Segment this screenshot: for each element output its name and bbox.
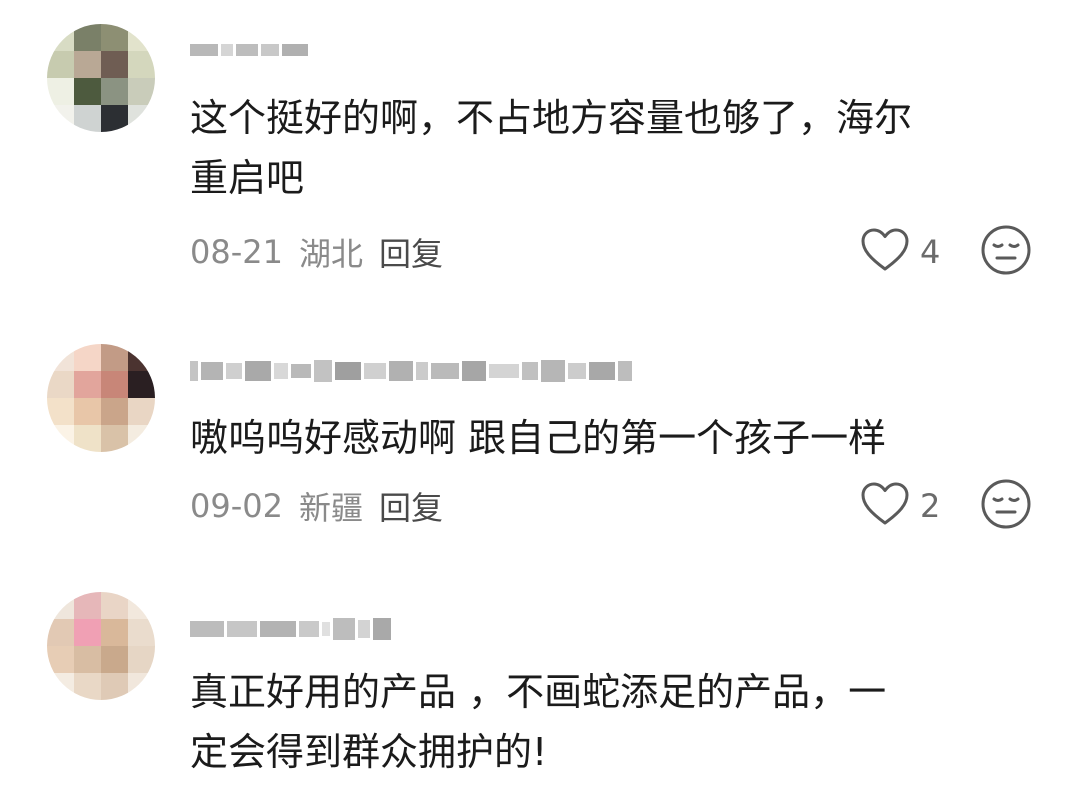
comment-text: 嗷呜呜好感动啊 跟自己的第一个孩子一样 <box>190 416 887 460</box>
dislike-button[interactable] <box>980 478 1032 534</box>
like-count: 2 <box>920 487 941 525</box>
meh-face-icon <box>980 479 1032 534</box>
dislike-button[interactable] <box>980 224 1032 280</box>
avatar[interactable] <box>47 592 155 700</box>
reply-button[interactable]: 回复 <box>379 483 443 529</box>
comment-actions: 2 <box>860 478 1032 534</box>
like-button[interactable]: 2 <box>860 481 944 531</box>
comment-text: 这个挺好的啊，不占地方容量也够了，海尔 重启吧 <box>190 96 913 200</box>
like-button[interactable]: 4 <box>860 227 944 277</box>
username-redacted[interactable] <box>190 618 391 640</box>
comment-date: 09-02 <box>190 487 283 525</box>
comment-text: 真正好用的产品 ，不画蛇添足的产品，一 定会得到群众拥护的! <box>190 670 887 774</box>
comment-date: 08-21 <box>190 233 283 271</box>
username-redacted[interactable] <box>190 360 632 382</box>
comment-meta: 08-21 湖北 回复 <box>190 229 443 275</box>
comment-actions: 4 <box>860 224 1032 280</box>
like-count: 4 <box>920 233 941 271</box>
heart-outline-icon <box>860 481 910 531</box>
heart-outline-icon <box>860 227 910 277</box>
avatar[interactable] <box>47 344 155 452</box>
comment-item: 嗷呜呜好感动啊 跟自己的第一个孩子一样 09-02 新疆 回复 2 <box>0 290 1080 550</box>
username-redacted[interactable] <box>190 44 308 56</box>
comment-meta: 09-02 新疆 回复 <box>190 483 443 529</box>
comment-item: 真正好用的产品 ，不画蛇添足的产品，一 定会得到群众拥护的! <box>0 550 1080 796</box>
meh-face-icon <box>980 225 1032 280</box>
comment-location: 新疆 <box>298 489 363 527</box>
comment-item: 这个挺好的啊，不占地方容量也够了，海尔 重启吧 08-21 湖北 回复 4 <box>0 0 1080 290</box>
avatar[interactable] <box>47 24 155 132</box>
comment-location: 湖北 <box>298 235 363 273</box>
reply-button[interactable]: 回复 <box>379 229 443 275</box>
